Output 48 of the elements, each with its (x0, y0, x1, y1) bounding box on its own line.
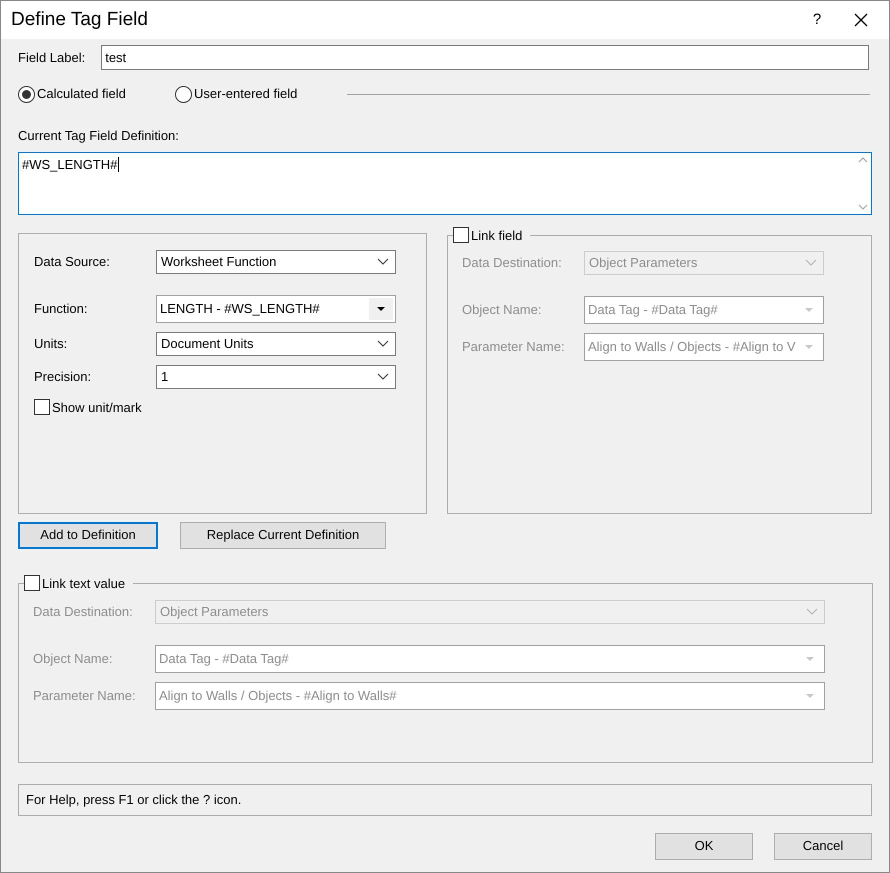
chevron-down-icon (377, 373, 389, 380)
ok-button[interactable]: OK (655, 832, 753, 860)
field-label: Parameter Name: (462, 338, 566, 356)
field-label: Object Name: (33, 650, 114, 668)
dropdown-arrow-icon (805, 344, 813, 348)
scroll-down-icon[interactable] (858, 204, 868, 210)
window-title: Define Tag Field (11, 8, 149, 32)
dropdown[interactable]: LENGTH - #WS_LENGTH# (156, 294, 396, 322)
definition-label: Current Tag Field Definition: (18, 127, 180, 145)
field-label: Data Source: (34, 252, 111, 271)
field-label: Object Name: (462, 300, 542, 319)
field-label: Parameter Name: (33, 686, 137, 705)
field-label: Data Destination: (33, 602, 134, 621)
dropdown-arrow-icon (805, 308, 813, 312)
checkbox[interactable] (34, 399, 50, 416)
scroll-up-icon[interactable] (858, 156, 868, 162)
field-label: Data Destination: (462, 254, 563, 272)
help-button[interactable]: ? (795, 1, 839, 39)
dropdown-arrow-icon (806, 656, 814, 660)
chevron-down-icon (377, 258, 389, 265)
checkbox[interactable] (24, 575, 40, 592)
radio-button[interactable] (175, 86, 192, 102)
dropdown-arrow-icon (377, 306, 385, 310)
dropdown[interactable]: Document Units (156, 332, 396, 356)
radio-button[interactable] (18, 86, 35, 102)
field-label: Units: (34, 334, 68, 353)
field-label: Precision: (34, 368, 92, 386)
chevron-down-icon (805, 259, 817, 266)
dropdown[interactable]: 1 (156, 364, 396, 388)
cancel-button[interactable]: Cancel (774, 832, 872, 860)
checkbox-label: Link field (471, 226, 522, 244)
radio-label: User-entered field (194, 85, 298, 104)
dropdown-arrow-icon (806, 694, 814, 698)
dropdown[interactable]: Worksheet Function (156, 250, 396, 274)
definition-button[interactable]: Replace Current Definition (180, 522, 386, 548)
checkbox[interactable] (453, 227, 469, 244)
field-label: Function: (34, 300, 88, 318)
field-label: Field Label: (18, 48, 86, 67)
help-text: For Help, press F1 or click the ? icon. (18, 784, 872, 816)
field-label-input[interactable]: test (101, 45, 870, 70)
checkbox-label: Show unit/mark (52, 398, 142, 416)
definition-button[interactable]: Add to Definition (18, 522, 158, 548)
chevron-down-icon (377, 340, 389, 347)
close-icon (854, 13, 868, 27)
definition-field[interactable]: #WS_LENGTH# (18, 152, 872, 214)
checkbox-label: Link text value (42, 574, 126, 592)
chevron-down-icon (806, 608, 818, 615)
radio-label: Calculated field (37, 85, 126, 104)
